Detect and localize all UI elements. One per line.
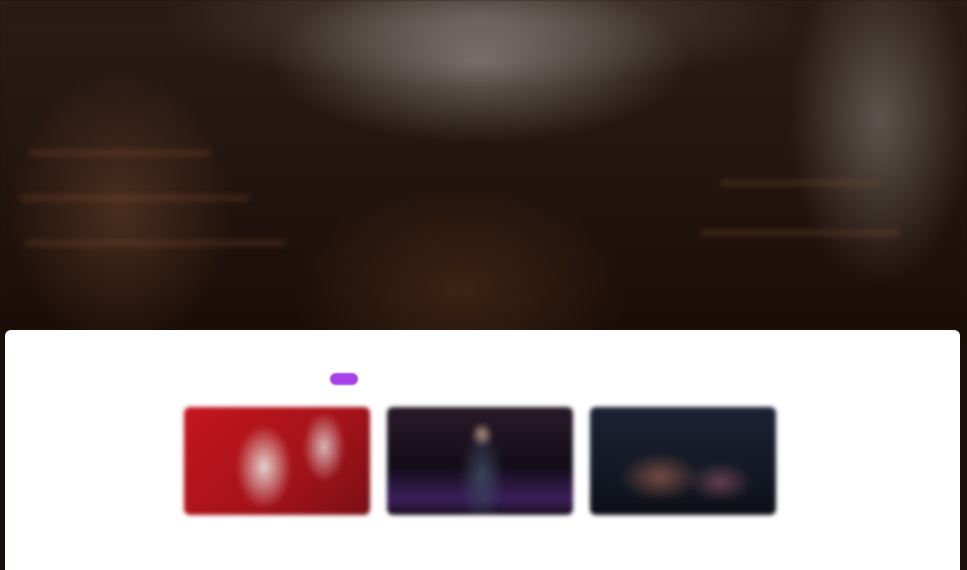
video-card[interactable] (590, 407, 776, 567)
card-thumbnail[interactable] (590, 407, 776, 515)
category-tabs (330, 364, 442, 394)
video-card[interactable] (387, 407, 573, 567)
card-thumbnail[interactable] (387, 407, 573, 515)
card-thumbnail[interactable] (184, 407, 370, 515)
tab-3[interactable] (398, 373, 414, 385)
video-card[interactable] (184, 407, 370, 567)
hero-title (290, 118, 680, 162)
tab-2[interactable] (370, 373, 386, 385)
tab-4[interactable] (426, 373, 442, 385)
tab-1[interactable] (330, 373, 358, 385)
hero-banner (0, 0, 967, 345)
